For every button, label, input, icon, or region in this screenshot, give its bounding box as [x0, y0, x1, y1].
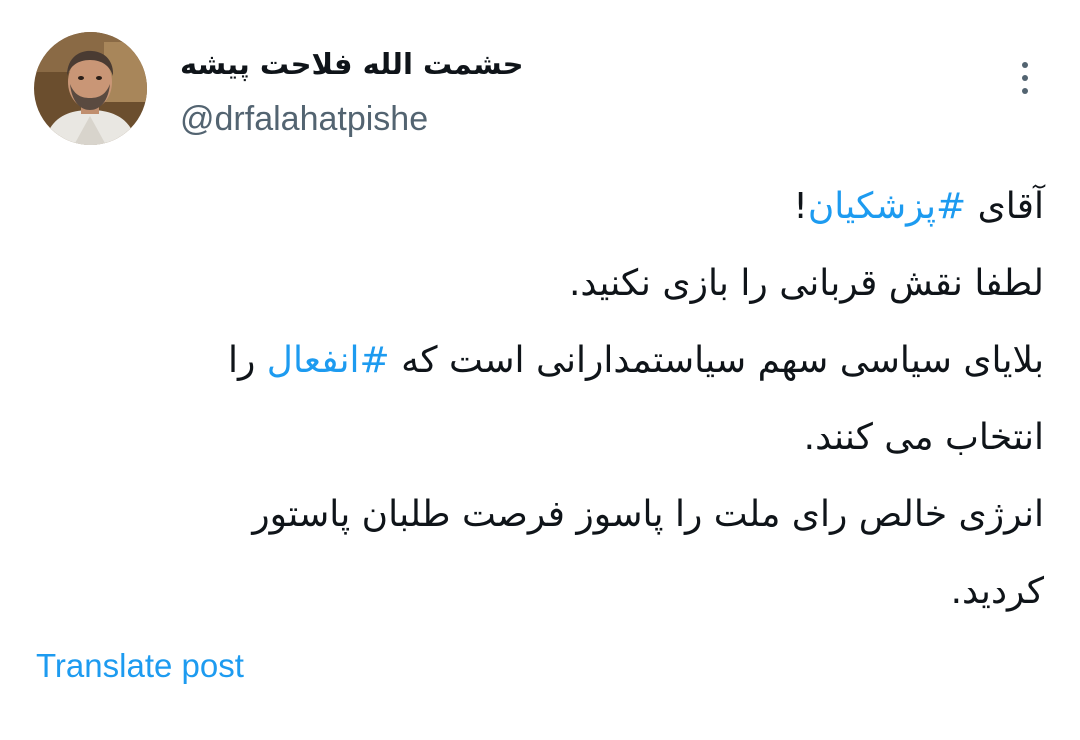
author-display-name[interactable]: حشمت الله فلاحت پیشه [180, 44, 560, 84]
hashtag-link[interactable]: #پزشکیان [808, 186, 966, 227]
more-vertical-icon-dot [1022, 88, 1028, 94]
text-segment: ! [793, 186, 808, 227]
tweet-line-2: لطفا نقش قربانی را بازی نکنید. [568, 263, 1044, 304]
text-segment: بلایای سیاسی سهم سیاستمدارانی است که [389, 340, 1044, 381]
tweet-line-4: انتخاب می کنند. [803, 417, 1044, 458]
author-avatar[interactable] [34, 32, 147, 145]
tweet-line-5: انرژی خالص رای ملت را پاسوز فرصت طلبان پ… [252, 494, 1044, 535]
tweet-line-1: آقای #پزشکیان! [54, 168, 1044, 245]
more-options-button[interactable] [1010, 58, 1040, 98]
tweet-card: حشمت الله فلاحت پیشه @drfalahatpishe آقا… [0, 0, 1080, 740]
text-segment: آقای [966, 186, 1044, 227]
more-vertical-icon-dot [1022, 62, 1028, 68]
tweet-text: آقای #پزشکیان! لطفا نقش قربانی را بازی ن… [54, 168, 1044, 630]
profile-photo-icon [34, 32, 147, 145]
translate-post-link[interactable]: Translate post [36, 644, 244, 688]
more-vertical-icon-dot [1022, 75, 1028, 81]
tweet-line-6: کردید. [950, 571, 1044, 612]
text-segment: را [227, 340, 267, 381]
tweet-line-3: بلایای سیاسی سهم سیاستمدارانی است که #ان… [54, 322, 1044, 399]
author-handle[interactable]: @drfalahatpishe [180, 98, 428, 140]
hashtag-link[interactable]: #انفعال [267, 340, 390, 381]
